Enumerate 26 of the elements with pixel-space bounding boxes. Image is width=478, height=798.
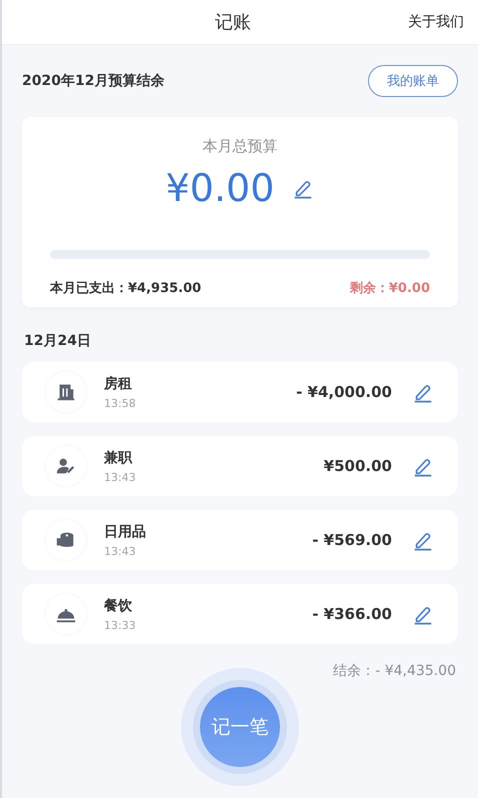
budget-label: 本月总预算: [202, 137, 278, 156]
entry-amount: - ¥366.00: [312, 605, 392, 623]
entry-amount: - ¥4,000.00: [296, 383, 392, 401]
entry-name: 日用品: [104, 522, 147, 540]
expense-entry[interactable]: 房租 13:58 - ¥4,000.00: [22, 362, 458, 422]
budget-amount: ¥0.00: [166, 166, 274, 210]
entry-amount: ¥500.00: [324, 457, 392, 475]
date-heading: 12月24日: [23, 332, 92, 351]
entry-time: 13:33: [104, 618, 137, 632]
expense-entry[interactable]: 日用品 13:43 - ¥569.00: [22, 510, 458, 570]
entry-name: 房租: [104, 374, 133, 392]
budget-title: 2020年12月预算结余: [22, 72, 164, 90]
entry-time: 13:58: [104, 396, 137, 410]
my-bills-button[interactable]: 我的账单: [368, 65, 458, 97]
entry-name: 餐饮: [104, 596, 133, 614]
entry-time: 13:43: [104, 544, 137, 558]
spent-text: 本月已支出：¥4,935.00: [50, 280, 202, 297]
entry-amount: - ¥569.00: [312, 531, 392, 549]
remaining-text: 剩余：¥0.00: [350, 280, 430, 297]
about-link[interactable]: 关于我们: [408, 13, 464, 31]
balance-text: 结余：- ¥4,435.00: [332, 662, 457, 680]
entry-time: 13:43: [104, 470, 137, 484]
expense-entry[interactable]: 兼职 13:43 ¥500.00: [22, 436, 458, 496]
page-title: 记账: [215, 11, 251, 34]
expense-entry[interactable]: 餐饮 13:33 - ¥366.00: [22, 584, 458, 644]
entry-name: 兼职: [104, 448, 134, 466]
